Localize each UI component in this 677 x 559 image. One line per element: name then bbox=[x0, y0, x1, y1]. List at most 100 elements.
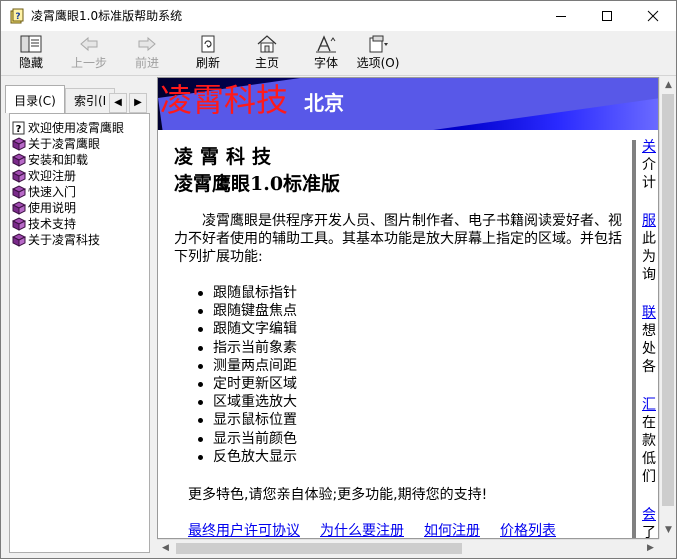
forward-label: 前进 bbox=[134, 56, 159, 70]
tab-contents[interactable]: 目录(C) bbox=[5, 85, 65, 113]
title-bar[interactable]: ? 凌霄鹰眼1.0标准版帮助系统 bbox=[1, 1, 676, 31]
side-text: 处 bbox=[642, 341, 656, 357]
more-features-text: 更多特色,请您亲自体验;更多功能,期待您的支持! bbox=[188, 487, 488, 503]
list-item: 指示当前象素 bbox=[195, 339, 297, 357]
side-text: 了 bbox=[642, 525, 656, 539]
font-button[interactable]: 字体 bbox=[300, 33, 352, 75]
toolbar: 隐藏 上一步 前进 刷新 主页 字体 选项(O) bbox=[1, 31, 676, 76]
side-text: 为 bbox=[642, 249, 656, 265]
tree-item-quickstart[interactable]: 快速入门 bbox=[10, 184, 149, 200]
intro-paragraph: 凌霄鹰眼是供程序开发人员、图片制作者、电子书籍阅读爱好者、视力不好者使用的辅助工… bbox=[174, 213, 622, 265]
vertical-scroll-thumb[interactable] bbox=[662, 94, 674, 506]
tree-item-label: 欢迎注册 bbox=[28, 169, 77, 183]
tab-index[interactable]: 索引(I bbox=[65, 88, 115, 113]
list-item: 跟随键盘焦点 bbox=[195, 302, 297, 320]
license-link[interactable]: 最终用户许可协议 bbox=[188, 523, 300, 538]
maximize-button[interactable] bbox=[584, 1, 630, 31]
content-body: 凌霄科技 凌霄鹰眼1.0标准版 凌霄鹰眼是供程序开发人员、图片制作者、电子书籍阅… bbox=[158, 130, 658, 538]
minimize-icon bbox=[556, 16, 566, 17]
help-book-icon: ? bbox=[10, 8, 24, 24]
main-column: 凌霄科技 凌霄鹰眼1.0标准版 凌霄鹰眼是供程序开发人员、图片制作者、电子书籍阅… bbox=[158, 130, 632, 538]
book-icon bbox=[12, 169, 26, 183]
side-link[interactable]: 服 bbox=[642, 212, 658, 230]
product-heading: 凌霄鹰眼1.0标准版 bbox=[174, 173, 341, 195]
scroll-up-icon[interactable]: ▲ bbox=[660, 77, 676, 94]
tree-item-label: 关于凌霄科技 bbox=[28, 233, 101, 247]
tree-item-about-company[interactable]: 关于凌霄科技 bbox=[10, 232, 149, 248]
close-icon bbox=[647, 10, 659, 22]
banner-company-name: 凌霄科技 bbox=[160, 81, 289, 119]
tree-item-label: 技术支持 bbox=[28, 217, 77, 231]
horizontal-scrollbar[interactable]: ◀ ▶ bbox=[157, 539, 659, 556]
svg-text:?: ? bbox=[16, 124, 22, 135]
svg-text:?: ? bbox=[15, 12, 20, 22]
minimize-button[interactable] bbox=[538, 1, 584, 31]
hide-button[interactable]: 隐藏 bbox=[5, 33, 57, 75]
tree-item-label: 关于凌霄鹰眼 bbox=[28, 137, 101, 151]
maximize-icon bbox=[602, 11, 612, 21]
hide-pane-icon bbox=[20, 35, 42, 53]
content-pane: 凌霄科技 北京 凌霄科技 凌霄鹰眼1.0标准版 凌霄鹰眼是供程序开发人员、图片制… bbox=[157, 77, 659, 539]
help-window: ? 凌霄鹰眼1.0标准版帮助系统 隐藏 上一步 前进 刷新 主页 字体 选项(O… bbox=[0, 0, 677, 559]
nav-tabs: 目录(C) 索引(I ◀ ▶ bbox=[5, 85, 151, 113]
side-text: 低 bbox=[642, 451, 656, 467]
side-link[interactable]: 关 bbox=[642, 138, 658, 156]
book-icon bbox=[12, 217, 26, 231]
side-text: 计 bbox=[642, 175, 656, 191]
book-icon bbox=[12, 201, 26, 215]
back-label: 上一步 bbox=[70, 56, 107, 70]
tab-scroll-right-button[interactable]: ▶ bbox=[129, 93, 147, 113]
tree-item-label: 快速入门 bbox=[28, 185, 77, 199]
side-text: 此 bbox=[642, 231, 656, 247]
tree-item-usage[interactable]: 使用说明 bbox=[10, 200, 149, 216]
refresh-label: 刷新 bbox=[195, 56, 220, 70]
close-button[interactable] bbox=[630, 1, 676, 31]
tree-item-label: 使用说明 bbox=[28, 201, 77, 215]
tab-scroll-left-button[interactable]: ◀ bbox=[109, 93, 127, 113]
list-item: 显示鼠标位置 bbox=[195, 411, 297, 429]
home-button[interactable]: 主页 bbox=[241, 33, 293, 75]
tree-item-welcome[interactable]: ? 欢迎使用凌霄鹰眼 bbox=[10, 120, 149, 136]
book-icon bbox=[12, 233, 26, 247]
header-banner: 凌霄科技 北京 bbox=[158, 78, 658, 130]
contents-tree: ? 欢迎使用凌霄鹰眼 关于凌霄鹰眼 安装和卸载 欢迎注册 快速入门 使用说明 技… bbox=[9, 113, 150, 553]
scroll-left-icon[interactable]: ◀ bbox=[157, 540, 174, 557]
price-list-link[interactable]: 价格列表 bbox=[500, 523, 556, 538]
scroll-down-icon[interactable]: ▼ bbox=[660, 522, 676, 539]
home-icon bbox=[257, 35, 277, 53]
home-label: 主页 bbox=[254, 56, 279, 70]
horizontal-scroll-thumb[interactable] bbox=[176, 543, 462, 554]
forward-button[interactable]: 前进 bbox=[121, 33, 173, 75]
why-register-link[interactable]: 为什么要注册 bbox=[320, 523, 404, 538]
book-icon bbox=[12, 137, 26, 151]
company-heading: 凌霄科技 bbox=[174, 146, 279, 168]
scroll-right-icon[interactable]: ▶ bbox=[642, 540, 659, 557]
side-link[interactable]: 汇 bbox=[642, 396, 658, 414]
hide-label: 隐藏 bbox=[18, 56, 43, 70]
tree-item-register[interactable]: 欢迎注册 bbox=[10, 168, 149, 184]
side-text: 想 bbox=[642, 323, 656, 339]
side-text: 各 bbox=[642, 359, 656, 375]
help-page-icon: ? bbox=[12, 121, 25, 135]
tree-item-about-eye[interactable]: 关于凌霄鹰眼 bbox=[10, 136, 149, 152]
options-label: 选项(O) bbox=[356, 56, 400, 70]
tree-item-install[interactable]: 安装和卸载 bbox=[10, 152, 149, 168]
column-divider bbox=[632, 140, 636, 538]
how-register-link[interactable]: 如何注册 bbox=[424, 523, 480, 538]
back-button[interactable]: 上一步 bbox=[63, 33, 115, 75]
side-link[interactable]: 联 bbox=[642, 304, 658, 322]
font-size-icon bbox=[316, 35, 336, 53]
options-icon bbox=[369, 35, 388, 53]
options-button[interactable]: 选项(O) bbox=[351, 33, 405, 75]
side-column: 关 介 计 服 此 为 询 联 想 处 各 汇 在 款 低 们 会 了 bbox=[642, 138, 658, 539]
side-link[interactable]: 会 bbox=[642, 506, 658, 524]
navigation-pane: 目录(C) 索引(I ◀ ▶ ? 欢迎使用凌霄鹰眼 关于凌霄鹰眼 安装和卸载 欢… bbox=[1, 77, 154, 558]
side-text: 们 bbox=[642, 469, 656, 485]
side-text: 介 bbox=[642, 157, 656, 173]
vertical-scrollbar[interactable]: ▲ ▼ bbox=[659, 77, 676, 539]
book-icon bbox=[12, 153, 26, 167]
list-item: 定时更新区域 bbox=[195, 375, 297, 393]
refresh-button[interactable]: 刷新 bbox=[182, 33, 234, 75]
scrollbar-corner bbox=[659, 539, 676, 556]
tree-item-support[interactable]: 技术支持 bbox=[10, 216, 149, 232]
